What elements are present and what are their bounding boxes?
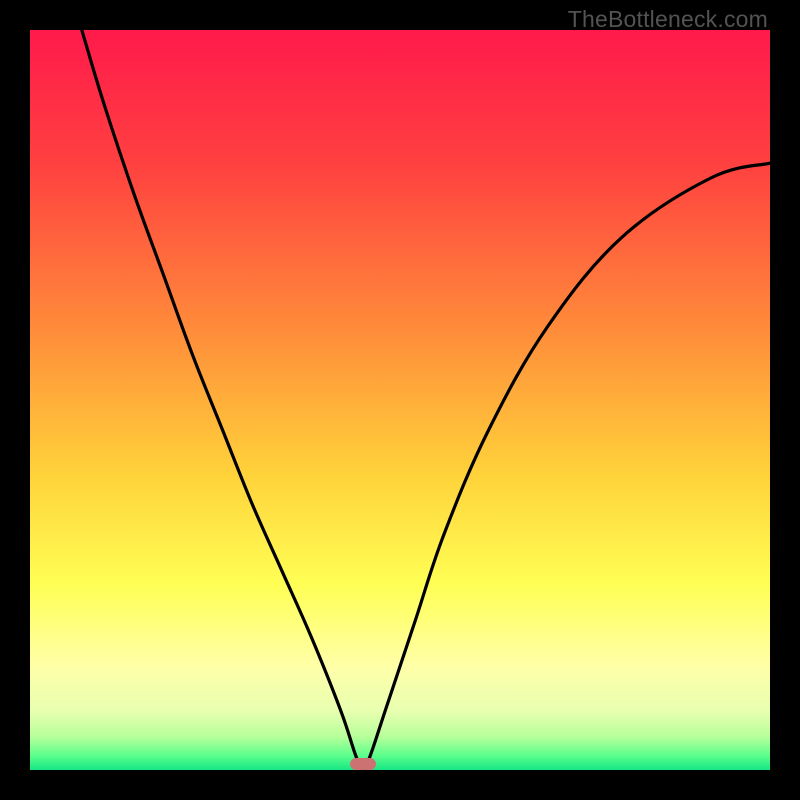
- chart-frame: TheBottleneck.com: [0, 0, 800, 800]
- bottleneck-curve: [82, 30, 770, 770]
- watermark-text: TheBottleneck.com: [568, 6, 768, 33]
- curve-layer: [30, 30, 770, 770]
- plot-area: [30, 30, 770, 770]
- minimum-marker: [350, 758, 376, 770]
